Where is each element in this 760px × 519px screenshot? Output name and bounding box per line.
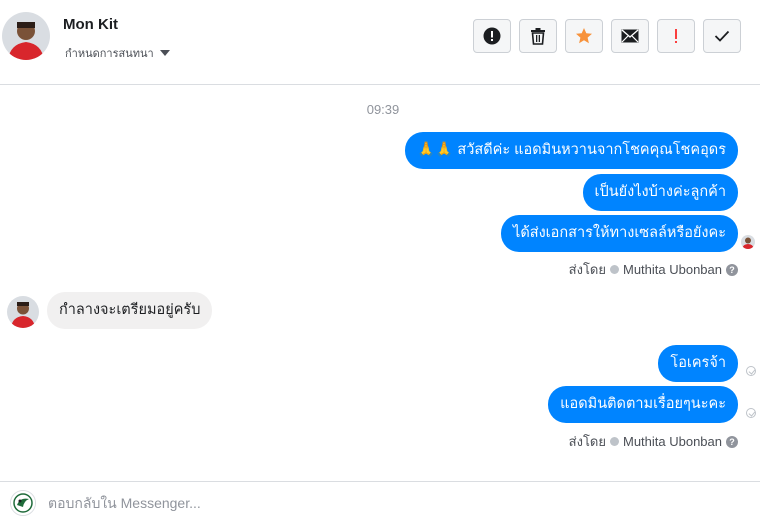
incoming-message[interactable]: กำลางจะเตรียมอยู่ครับ <box>47 292 213 329</box>
follow-up-button[interactable] <box>657 19 695 53</box>
star-button[interactable] <box>565 19 603 53</box>
outgoing-message[interactable]: ได้ส่งเอกสารให้ทางเซลล์หรือยังคะ <box>501 215 738 252</box>
help-icon[interactable]: ? <box>726 435 738 448</box>
help-icon[interactable]: ? <box>726 263 738 276</box>
verified-icon <box>609 437 619 446</box>
sent-by-label: ส่งโดย <box>568 434 606 449</box>
exclamation-icon <box>675 29 677 43</box>
outgoing-message[interactable]: แอดมินติดตามเรื่อยๆนะคะ <box>548 386 738 423</box>
contact-name[interactable]: Mon Kit <box>63 16 118 33</box>
thread-timestamp: 09:39 <box>366 102 400 117</box>
conversation-header: Mon Kit กำหนดการสนทนา <box>0 0 760 85</box>
outgoing-message[interactable]: โอเครจ้า <box>658 345 738 382</box>
alert-circle-icon <box>483 27 501 45</box>
conversation-settings-dropdown[interactable]: กำหนดการสนทนา <box>65 44 170 62</box>
mark-spam-button[interactable] <box>473 19 511 53</box>
mark-unread-button[interactable] <box>611 19 649 53</box>
mark-done-button[interactable] <box>703 19 741 53</box>
verified-icon <box>609 265 619 274</box>
seen-avatar <box>741 235 755 249</box>
page-logo-icon <box>10 490 36 516</box>
contact-avatar-small[interactable] <box>7 296 39 328</box>
sent-check-icon <box>746 366 756 376</box>
sent-check-icon <box>746 408 756 418</box>
conversation-toolbar <box>473 19 741 53</box>
outgoing-message[interactable]: เป็นยังไงบ้างค่ะลูกค้า <box>582 174 738 211</box>
outgoing-message[interactable]: 🙏🙏 สวัสดีค่ะ แอดมินหวานจากโชคคุณโชคอุดร <box>405 132 738 169</box>
mail-icon <box>621 29 639 43</box>
sent-by-info: ส่งโดย Muthita Ubonban ? <box>569 431 738 452</box>
sender-name[interactable]: Muthita Ubonban <box>623 434 722 449</box>
sent-by-label: ส่งโดย <box>568 262 606 277</box>
star-icon <box>576 28 592 44</box>
reply-composer <box>0 481 760 519</box>
contact-avatar[interactable] <box>2 12 50 60</box>
sender-name[interactable]: Muthita Ubonban <box>623 262 722 277</box>
sent-by-info: ส่งโดย Muthita Ubonban ? <box>569 259 738 280</box>
trash-icon <box>531 28 545 45</box>
checkmark-icon <box>714 30 730 42</box>
delete-button[interactable] <box>519 19 557 53</box>
conversation-settings-label: กำหนดการสนทนา <box>65 48 154 60</box>
chevron-down-icon <box>159 50 170 56</box>
reply-input[interactable] <box>48 490 738 516</box>
